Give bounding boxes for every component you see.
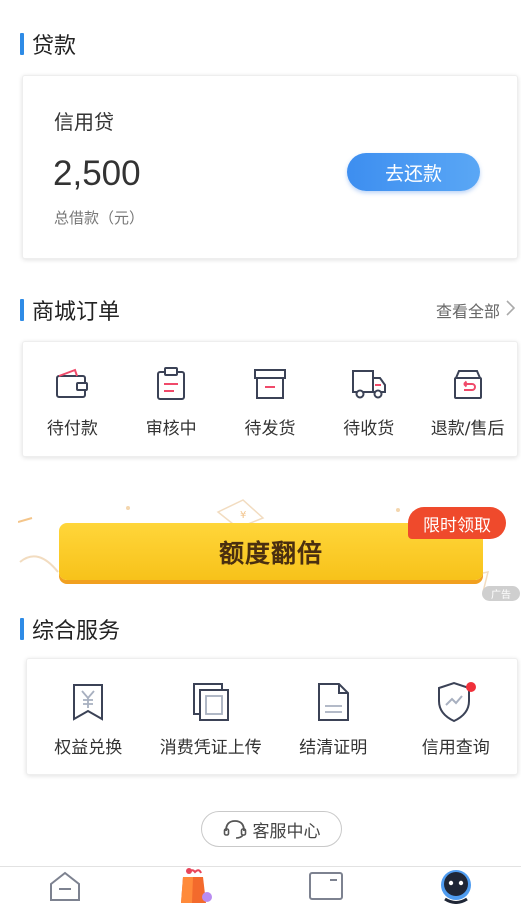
- orders-section-title: 商城订单: [32, 300, 121, 325]
- order-item-label: 审核中: [145, 419, 197, 439]
- view-all-orders-link[interactable]: 查看全部: [435, 298, 516, 322]
- services-card: 权益兑换 消费凭证上传 结清证明 信用查询: [26, 658, 518, 775]
- loan-amount: 2,500: [53, 154, 141, 193]
- truck-icon: [351, 366, 387, 402]
- wallet-icon: [54, 366, 90, 402]
- service-item-label: 结清证明: [299, 738, 368, 758]
- nav-home[interactable]: [0, 867, 130, 905]
- services-section-title: 综合服务: [32, 619, 121, 644]
- loan-section-title: 贷款: [32, 34, 77, 59]
- order-item-label: 退款/售后: [430, 419, 505, 439]
- nav-profile[interactable]: [391, 867, 521, 905]
- shopping-bag-icon: [181, 868, 213, 903]
- service-item-settlement-proof[interactable]: 结清证明: [272, 659, 395, 774]
- orders-card: 待付款 审核中 待发货 待收货 退款/售后: [22, 341, 518, 457]
- order-item-label: 待付款: [46, 419, 98, 439]
- customer-service-button[interactable]: 客服中心: [201, 811, 342, 847]
- section-accent-bar: [20, 618, 24, 640]
- nav-mall[interactable]: [130, 867, 260, 905]
- order-item-under-review[interactable]: 审核中: [122, 342, 221, 456]
- card-icon: [308, 872, 343, 900]
- loan-amount-caption: 总借款（元）: [54, 209, 145, 227]
- loan-section-header: 贷款: [20, 31, 77, 59]
- nav-card[interactable]: [261, 867, 391, 905]
- document-icon: [313, 681, 353, 723]
- order-item-refund-aftersales[interactable]: 退款/售后: [418, 342, 517, 456]
- home-icon: [50, 871, 81, 901]
- loan-card[interactable]: 信用贷 2,500 总借款（元） 去还款: [22, 75, 518, 259]
- shield-chart-icon: [434, 681, 478, 723]
- return-box-icon: [450, 366, 486, 402]
- section-accent-bar: [20, 299, 24, 321]
- promo-banner[interactable]: ¥ 额度翻倍 限时领取 广告: [0, 480, 521, 602]
- order-item-awaiting-shipment[interactable]: 待发货: [221, 342, 320, 456]
- services-section-header: 综合服务: [20, 616, 121, 644]
- repay-button[interactable]: 去还款: [347, 153, 480, 191]
- order-item-label: 待收货: [343, 419, 395, 439]
- service-item-label: 权益兑换: [54, 738, 123, 758]
- section-accent-bar: [20, 33, 24, 55]
- ad-badge: 广告: [482, 586, 520, 601]
- profile-icon: [440, 870, 471, 904]
- headset-icon: [223, 820, 246, 839]
- order-item-label: 待发货: [244, 419, 296, 439]
- limited-time-tag: 限时领取: [408, 507, 506, 539]
- service-item-credit-inquiry[interactable]: 信用查询: [395, 659, 518, 774]
- view-all-label: 查看全部: [435, 302, 500, 321]
- clipboard-icon: [153, 366, 189, 402]
- svg-text:¥: ¥: [240, 510, 246, 521]
- stacked-pages-icon: [191, 681, 231, 723]
- service-item-label: 信用查询: [421, 738, 490, 758]
- bottom-nav: [0, 866, 521, 905]
- yen-bookmark-icon: [68, 681, 108, 723]
- box-icon: [252, 366, 288, 402]
- customer-service-label: 客服中心: [252, 821, 321, 842]
- loan-name: 信用贷: [54, 110, 114, 134]
- order-item-awaiting-receipt[interactable]: 待收货: [319, 342, 418, 456]
- service-item-voucher-upload[interactable]: 消费凭证上传: [150, 659, 273, 774]
- service-item-label: 消费凭证上传: [159, 738, 262, 758]
- chevron-right-icon: [506, 299, 516, 321]
- order-item-pending-payment[interactable]: 待付款: [23, 342, 122, 456]
- orders-section-header: 商城订单: [20, 297, 121, 325]
- service-item-benefits-exchange[interactable]: 权益兑换: [27, 659, 150, 774]
